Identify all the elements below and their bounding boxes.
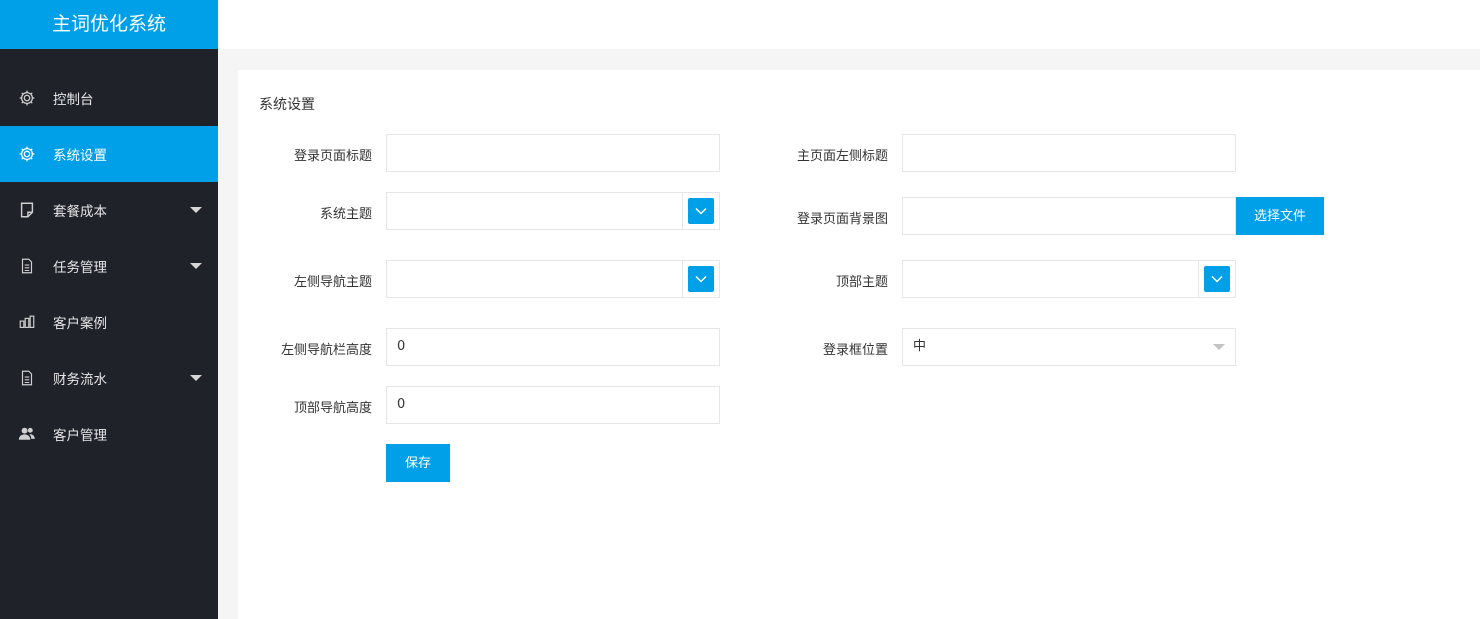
login-bg-input[interactable] xyxy=(902,197,1236,235)
top-nav-height-label: 顶部导航高度 xyxy=(293,401,372,416)
sidebar-item-label: 套餐成本 xyxy=(53,204,107,220)
gear-icon xyxy=(17,144,37,164)
login-box-position-select[interactable]: 中 xyxy=(902,328,1236,366)
login-title-label: 登录页面标题 xyxy=(293,149,372,164)
sidebar-item-customer-management[interactable]: 客户管理 xyxy=(0,406,218,462)
sidebar: 主词优化系统 控制台 系统设置 套餐成本 任务管理 客户案例 财务流水 客户管理 xyxy=(0,0,218,619)
caret-down-icon xyxy=(1213,344,1225,350)
system-theme-dropdown-button[interactable] xyxy=(682,192,720,230)
sidebar-item-label: 客户管理 xyxy=(53,428,107,444)
login-box-position-value: 中 xyxy=(913,339,927,354)
sidebar-item-label: 财务流水 xyxy=(53,372,107,388)
sidebar-item-dashboard[interactable]: 控制台 xyxy=(0,70,218,126)
sidebar-item-customer-cases[interactable]: 客户案例 xyxy=(0,294,218,350)
settings-panel: 系统设置 登录页面标题 主页面左侧标题 系统主题 登录页面背景图 选择文件 左侧… xyxy=(238,70,1480,619)
sidebar-item-package-cost[interactable]: 套餐成本 xyxy=(0,182,218,238)
brand-title: 主词优化系统 xyxy=(0,0,218,49)
sidebar-item-system-settings[interactable]: 系统设置 xyxy=(0,126,218,182)
case-icon xyxy=(17,312,37,332)
left-nav-theme-dropdown-button[interactable] xyxy=(682,260,720,298)
top-header xyxy=(218,0,1480,49)
system-theme-label: 系统主题 xyxy=(319,207,372,222)
note-icon xyxy=(17,200,37,220)
gear-icon xyxy=(17,88,37,108)
sidebar-item-label: 控制台 xyxy=(53,92,94,108)
system-theme-select[interactable] xyxy=(386,192,683,230)
left-nav-theme-label: 左侧导航主题 xyxy=(293,275,372,290)
login-box-position-label: 登录框位置 xyxy=(822,343,888,358)
save-button[interactable]: 保存 xyxy=(386,444,450,482)
sidebar-item-label: 客户案例 xyxy=(53,316,107,332)
top-theme-select[interactable] xyxy=(902,260,1199,298)
left-nav-theme-select[interactable] xyxy=(386,260,683,298)
chevron-down-icon xyxy=(190,263,202,269)
chevron-down-icon xyxy=(695,275,707,283)
top-nav-height-input[interactable]: 0 xyxy=(386,386,720,424)
left-nav-height-input[interactable]: 0 xyxy=(386,328,720,366)
chevron-down-icon xyxy=(190,375,202,381)
chevron-down-icon xyxy=(695,207,707,215)
sidebar-item-label: 系统设置 xyxy=(53,148,107,164)
document-icon xyxy=(17,368,37,388)
sidebar-item-finance[interactable]: 财务流水 xyxy=(0,350,218,406)
top-theme-label: 顶部主题 xyxy=(835,275,888,290)
left-title-input[interactable] xyxy=(902,134,1236,172)
login-bg-label: 登录页面背景图 xyxy=(796,212,888,227)
left-title-label: 主页面左侧标题 xyxy=(796,149,888,164)
sidebar-item-task-management[interactable]: 任务管理 xyxy=(0,238,218,294)
sidebar-item-label: 任务管理 xyxy=(53,260,107,276)
chevron-down-icon xyxy=(190,207,202,213)
document-icon xyxy=(17,256,37,276)
login-title-input[interactable] xyxy=(386,134,720,172)
top-theme-dropdown-button[interactable] xyxy=(1198,260,1236,298)
sidebar-nav: 控制台 系统设置 套餐成本 任务管理 客户案例 财务流水 客户管理 xyxy=(0,70,218,462)
users-icon xyxy=(17,424,37,444)
left-nav-height-label: 左侧导航栏高度 xyxy=(280,343,372,358)
choose-file-button[interactable]: 选择文件 xyxy=(1236,197,1324,235)
chevron-down-icon xyxy=(1211,275,1223,283)
page-title: 系统设置 xyxy=(259,97,315,113)
